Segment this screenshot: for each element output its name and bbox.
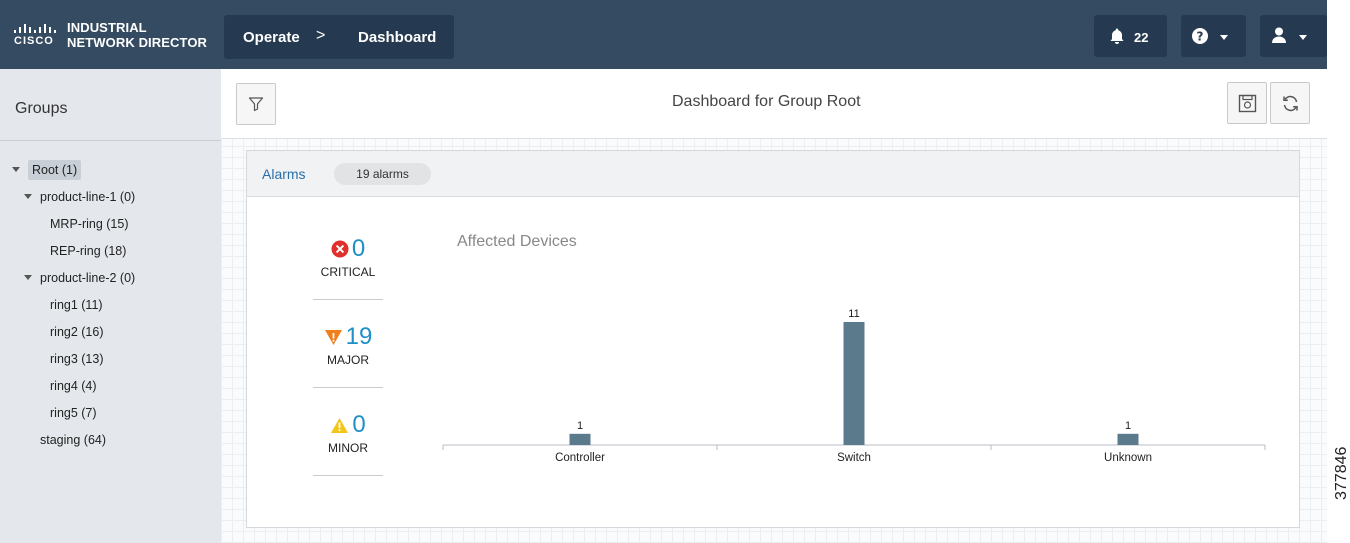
severity-divider	[313, 299, 383, 300]
alarms-panel-header: Alarms 19 alarms	[247, 151, 1299, 197]
minor-icon	[331, 417, 349, 433]
bar-value-label: 11	[848, 308, 859, 320]
chart-title: Affected Devices	[457, 233, 577, 250]
user-menu-button[interactable]	[1260, 15, 1327, 57]
major-icon	[324, 329, 342, 345]
tree-item-mrp-ring[interactable]: MRP-ring (15)	[50, 217, 129, 231]
minor-label: MINOR	[328, 441, 368, 455]
refresh-button[interactable]	[1270, 82, 1310, 124]
expand-triangle-icon[interactable]	[24, 194, 32, 199]
top-header: CISCO INDUSTRIAL NETWORK DIRECTOR Operat…	[0, 0, 1327, 69]
bar-controller	[569, 433, 591, 445]
x-tick-label: Unknown	[1104, 452, 1152, 464]
cisco-wordmark: CISCO	[14, 35, 54, 47]
help-button[interactable]: ?	[1181, 15, 1246, 57]
tree-item-product-line-1[interactable]: product-line-1 (0)	[24, 190, 135, 204]
alarm-count-badge: 19 alarms	[334, 163, 431, 185]
bell-icon	[1110, 28, 1124, 44]
product-name: INDUSTRIAL NETWORK DIRECTOR	[67, 20, 208, 50]
affected-devices-chart: 1 Controller 11 Switch 1 Unknown	[442, 308, 1266, 464]
critical-count: 0	[351, 235, 366, 262]
major-count: 19	[345, 323, 373, 350]
tab-alarms[interactable]: Alarms	[262, 166, 306, 182]
sidebar-title: Groups	[15, 100, 68, 117]
severity-critical[interactable]: 0 CRITICAL	[313, 235, 383, 279]
x-tick-label: Switch	[837, 452, 871, 464]
tree-item-ring5[interactable]: ring5 (7)	[50, 406, 97, 420]
alarms-panel: Alarms 19 alarms 0 CRITICAL 19 MAJOR 0 M…	[246, 150, 1300, 528]
expand-triangle-icon[interactable]	[12, 167, 20, 172]
severity-minor[interactable]: 0 MINOR	[313, 411, 383, 455]
chevron-down-icon	[1299, 35, 1307, 40]
dashboard-title: Dashboard for Group Root	[672, 93, 861, 110]
user-icon	[1272, 27, 1286, 43]
figure-id: 377846	[1333, 446, 1350, 500]
expand-triangle-icon[interactable]	[24, 275, 32, 280]
filter-button[interactable]	[236, 83, 276, 125]
groups-sidebar: Groups Root (1) product-line-1 (0) MRP-r…	[0, 69, 221, 543]
notifications-button[interactable]: 22	[1094, 15, 1167, 57]
sidebar-divider	[0, 140, 221, 141]
tree-item-rep-ring[interactable]: REP-ring (18)	[50, 244, 126, 258]
tree-item-ring4[interactable]: ring4 (4)	[50, 379, 97, 393]
minor-count: 0	[352, 411, 366, 438]
tree-item-product-line-2[interactable]: product-line-2 (0)	[24, 271, 135, 285]
severity-major[interactable]: 19 MAJOR	[313, 323, 383, 367]
tree-item-ring2[interactable]: ring2 (16)	[50, 325, 104, 339]
severity-divider	[313, 475, 383, 476]
bar-value-label: 1	[577, 420, 583, 432]
breadcrumb-dashboard[interactable]: Dashboard	[358, 29, 436, 46]
bar-unknown	[1117, 433, 1139, 445]
notification-count: 22	[1134, 30, 1149, 45]
tree-item-ring1[interactable]: ring1 (11)	[50, 298, 103, 312]
tree-item-staging[interactable]: staging (64)	[40, 433, 106, 447]
chevron-down-icon	[1220, 35, 1228, 40]
major-label: MAJOR	[327, 353, 369, 367]
cisco-bars-icon	[14, 23, 58, 33]
save-layout-button[interactable]	[1227, 82, 1267, 124]
critical-icon	[331, 240, 349, 258]
tree-item-ring3[interactable]: ring3 (13)	[50, 352, 104, 366]
tree-item-root[interactable]: Root (1)	[12, 160, 82, 180]
help-icon: ?	[1192, 28, 1208, 44]
breadcrumb: Operate > Dashboard	[224, 15, 454, 59]
critical-label: CRITICAL	[320, 265, 376, 279]
refresh-icon	[1283, 95, 1298, 112]
save-icon	[1238, 94, 1257, 113]
dashboard-toolbar: Dashboard for Group Root	[221, 69, 1327, 139]
bar-switch	[843, 322, 865, 445]
svg-text:?: ?	[1197, 30, 1204, 44]
main-content: Dashboard for Group Root Alarms 19 alarm…	[221, 69, 1327, 543]
bar-value-label: 1	[1125, 420, 1131, 432]
x-tick-label: Controller	[555, 452, 605, 464]
breadcrumb-operate[interactable]: Operate	[243, 29, 300, 46]
filter-icon	[248, 97, 264, 112]
severity-divider	[313, 387, 383, 388]
breadcrumb-separator: >	[316, 27, 326, 44]
